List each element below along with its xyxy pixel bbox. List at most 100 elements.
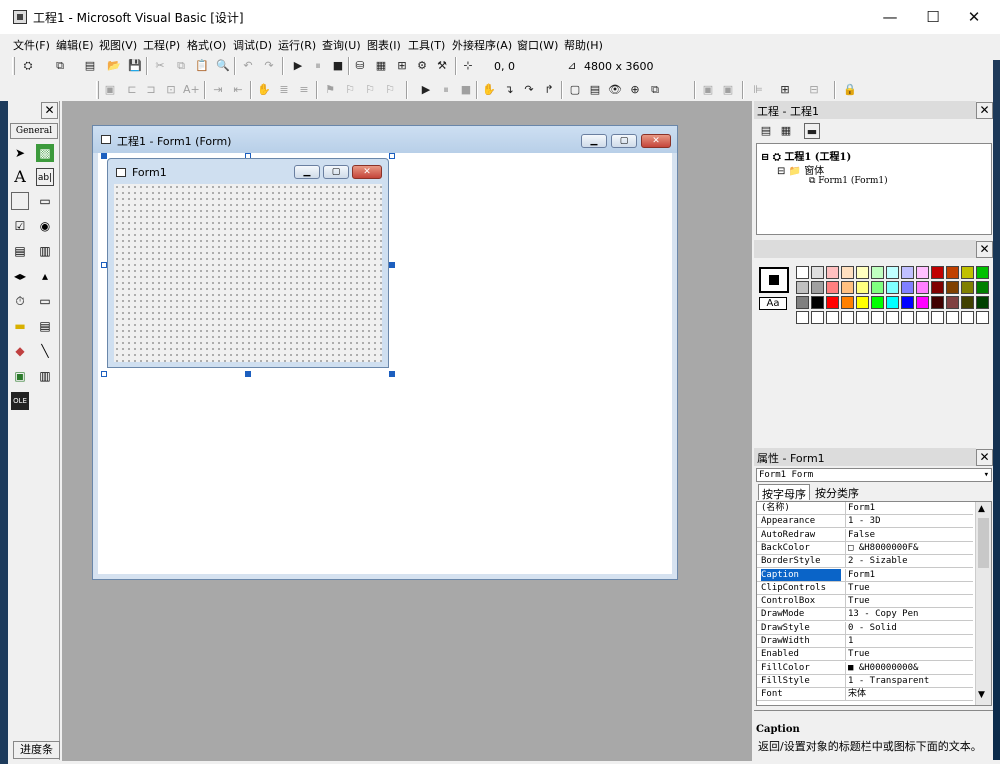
clear-bookmark-icon[interactable]: ⚐ (382, 82, 398, 98)
menu-query[interactable]: 查询(U) (322, 37, 361, 53)
color-swatch[interactable] (916, 311, 929, 324)
align-icon[interactable]: ⊏ (124, 82, 140, 98)
palette-close-button[interactable]: ✕ (976, 241, 993, 258)
color-swatch[interactable] (856, 296, 869, 309)
designer-restore-button[interactable]: ▢ (611, 134, 637, 148)
color-swatch[interactable] (901, 311, 914, 324)
color-swatch[interactable] (916, 296, 929, 309)
font-size-icon[interactable]: A+ (183, 82, 200, 98)
color-swatch[interactable] (886, 281, 899, 294)
color-swatch[interactable] (871, 296, 884, 309)
property-value[interactable]: Form1 (845, 502, 973, 514)
property-row[interactable]: BackColor □ &H8000000F& (757, 541, 973, 555)
resize-handle[interactable] (101, 153, 107, 159)
color-swatch[interactable] (811, 281, 824, 294)
copy-icon[interactable]: ⧉ (173, 58, 189, 74)
color-swatch[interactable] (976, 296, 989, 309)
start-icon[interactable]: ▶ (290, 58, 306, 74)
color-swatch[interactable] (871, 281, 884, 294)
property-row[interactable]: DrawStyle 0 - Solid (757, 621, 973, 635)
tab-categorized[interactable]: 按分类序 (812, 484, 862, 500)
close-button[interactable]: ✕ (954, 6, 994, 28)
color-swatch[interactable] (826, 296, 839, 309)
picturebox-icon[interactable]: ▩ (36, 144, 54, 162)
resize-handle[interactable] (389, 371, 395, 377)
properties-window-icon[interactable]: ▦ (373, 58, 389, 74)
step-over-icon[interactable]: ↷ (521, 82, 537, 98)
scroll-up-icon[interactable]: ▲ (978, 504, 985, 514)
property-value[interactable]: True (845, 581, 973, 594)
property-row[interactable]: (名称) Form1 (757, 502, 973, 515)
resize-handle[interactable] (389, 153, 395, 159)
color-swatch[interactable] (886, 266, 899, 279)
ole-icon[interactable]: OLE (11, 392, 29, 410)
quick-watch-icon[interactable]: ⊕ (627, 82, 643, 98)
menu-window[interactable]: 窗口(W) (517, 37, 558, 53)
view-code-icon[interactable]: ▤ (758, 123, 774, 139)
color-swatch[interactable] (931, 266, 944, 279)
property-value[interactable]: ■ &H00000000& (845, 661, 973, 674)
color-swatch[interactable] (856, 266, 869, 279)
properties-close-button[interactable]: ✕ (976, 449, 993, 466)
run-icon[interactable]: ▶ (418, 82, 434, 98)
property-value[interactable]: 1 - Transparent (845, 674, 973, 687)
stop-icon[interactable]: ■ (458, 82, 474, 98)
hscrollbar-icon[interactable]: ◂▸ (11, 267, 29, 285)
property-value[interactable]: 0 - Solid (845, 621, 973, 634)
property-value[interactable]: True (845, 648, 973, 661)
project-explorer-icon[interactable]: ⛁ (352, 58, 368, 74)
end-icon[interactable]: ■ (330, 58, 346, 74)
property-value[interactable]: 1 - 3D (845, 515, 973, 528)
bookmark-icon[interactable]: ⚑ (322, 82, 338, 98)
image-icon[interactable]: ▣ (11, 367, 29, 385)
color-swatch[interactable] (976, 266, 989, 279)
color-swatch[interactable] (841, 281, 854, 294)
color-swatch[interactable] (946, 281, 959, 294)
general-tab[interactable]: General (10, 123, 58, 139)
color-swatch[interactable] (931, 296, 944, 309)
property-row[interactable]: Enabled True (757, 648, 973, 662)
immediate-icon[interactable]: ▤ (587, 82, 603, 98)
property-row[interactable]: Font 宋体 (757, 688, 973, 702)
property-row[interactable]: ClipControls True (757, 581, 973, 595)
comment-icon[interactable]: ≣ (276, 82, 292, 98)
color-swatch[interactable] (811, 266, 824, 279)
menu-run[interactable]: 运行(R) (278, 37, 316, 53)
undo-icon[interactable]: ↶ (240, 58, 256, 74)
color-swatch[interactable] (796, 311, 809, 324)
property-row[interactable]: Caption Form1 (757, 568, 973, 582)
color-swatch[interactable] (826, 311, 839, 324)
color-swatch[interactable] (841, 266, 854, 279)
watch-icon[interactable]: 👁 (607, 82, 623, 98)
progressbar-tool-button[interactable]: 进度条 (13, 741, 60, 759)
save-icon[interactable]: 💾 (127, 58, 143, 74)
filelistbox-icon[interactable]: ▤ (36, 317, 54, 335)
color-swatch[interactable] (916, 281, 929, 294)
bring-front-icon[interactable]: ▣ (102, 82, 118, 98)
menu-edit[interactable]: 编辑(E) (56, 37, 94, 53)
hand-icon[interactable]: ✋ (256, 82, 272, 98)
toggle-folders-icon[interactable]: ▬ (804, 123, 820, 139)
toggle-breakpoint-icon[interactable]: ✋ (481, 82, 497, 98)
color-swatch[interactable] (796, 281, 809, 294)
paste-icon[interactable]: 📋 (194, 58, 210, 74)
property-value[interactable]: 1 (845, 635, 973, 647)
step-into-icon[interactable]: ↴ (501, 82, 517, 98)
menu-editor-icon[interactable]: ▤ (82, 58, 98, 74)
scroll-down-icon[interactable]: ▼ (978, 690, 985, 700)
color-swatch[interactable] (811, 311, 824, 324)
form1[interactable]: Form1 ▁ ▢ ✕ (107, 158, 389, 368)
open-icon[interactable]: 📂 (106, 58, 122, 74)
pointer-icon[interactable]: ➤ (11, 144, 29, 162)
color-swatch[interactable] (961, 311, 974, 324)
properties-scrollbar[interactable]: ▲ ▼ (975, 502, 991, 705)
cut-icon[interactable]: ✂ (152, 58, 168, 74)
color-swatch[interactable] (901, 266, 914, 279)
shape-icon[interactable]: ◆ (11, 342, 29, 360)
color-swatch[interactable] (886, 311, 899, 324)
commandbutton-icon[interactable]: ▭ (36, 192, 54, 210)
property-row[interactable]: FillStyle 1 - Transparent (757, 674, 973, 688)
color-swatch[interactable] (946, 296, 959, 309)
color-swatch[interactable] (841, 311, 854, 324)
resize-handle[interactable] (245, 371, 251, 377)
